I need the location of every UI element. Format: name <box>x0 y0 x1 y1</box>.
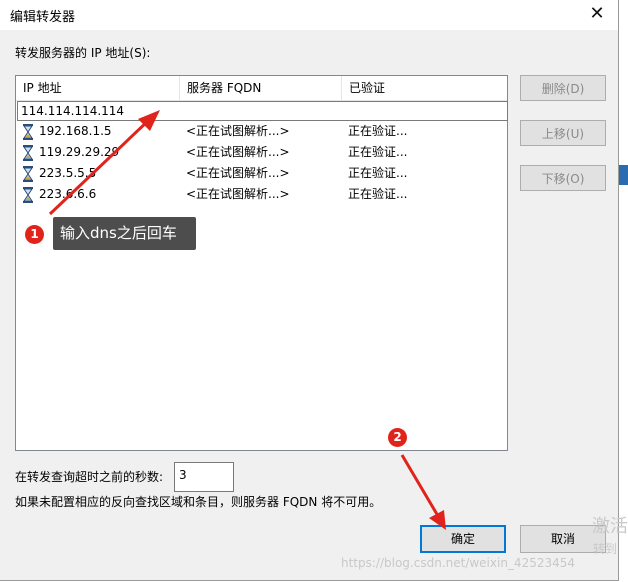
hourglass-icon <box>23 187 33 203</box>
forwarders-list[interactable]: IP 地址 服务器 FQDN 已验证 114.114.114.114 192.1… <box>15 75 508 451</box>
column-header-verified[interactable]: 已验证 <box>342 76 507 100</box>
row-fqdn: <正在试图解析...> <box>186 124 290 138</box>
row-verified: 正在验证... <box>348 187 408 201</box>
row-verified: 正在验证... <box>348 145 408 159</box>
activate-watermark: 激活 <box>592 516 628 537</box>
list-caption: 转发服务器的 IP 地址(S): <box>15 46 151 60</box>
timeout-label: 在转发查询超时之前的秒数: <box>15 470 164 484</box>
move-down-button[interactable]: 下移(O) <box>520 165 606 191</box>
row-ip: 223.5.5.5 <box>39 166 97 180</box>
close-icon[interactable]: ✕ <box>586 3 608 25</box>
row-fqdn: <正在试图解析...> <box>186 187 290 201</box>
list-row[interactable]: 223.5.5.5 <正在试图解析...> 正在验证... <box>16 163 507 184</box>
list-row[interactable]: 223.6.6.6 <正在试图解析...> 正在验证... <box>16 184 507 205</box>
row-fqdn: <正在试图解析...> <box>186 145 290 159</box>
list-row[interactable]: 119.29.29.29 <正在试图解析...> 正在验证... <box>16 142 507 163</box>
row-ip: 119.29.29.29 <box>39 145 120 159</box>
hourglass-icon <box>23 124 33 140</box>
row-fqdn: <正在试图解析...> <box>186 166 290 180</box>
list-header: IP 地址 服务器 FQDN 已验证 <box>16 76 507 101</box>
step-badge-1: 1 <box>25 225 44 244</box>
column-header-fqdn[interactable]: 服务器 FQDN <box>180 76 342 100</box>
title-bar: 编辑转发器 ✕ <box>0 0 618 30</box>
url-watermark: https://blog.csdn.net/weixin_42523454 <box>341 556 576 570</box>
hourglass-icon <box>23 145 33 161</box>
row-verified: 正在验证... <box>348 166 408 180</box>
activate-watermark-sub: 转到 <box>593 542 618 556</box>
ok-button[interactable]: 确定 <box>420 525 506 553</box>
delete-button[interactable]: 删除(D) <box>520 75 606 101</box>
dialog-title: 编辑转发器 <box>10 10 76 25</box>
step-badge-2: 2 <box>388 428 407 447</box>
list-row[interactable]: 192.168.1.5 <正在试图解析...> 正在验证... <box>16 121 507 142</box>
background-window-edge <box>619 0 628 582</box>
step-callout-1: 输入dns之后回车 <box>53 217 196 250</box>
fqdn-note: 如果未配置相应的反向查找区域和条目，则服务器 FQDN 将不可用。 <box>15 495 382 509</box>
ip-edit-field[interactable]: 114.114.114.114 <box>17 101 508 121</box>
timeout-input[interactable]: 3 <box>174 462 234 492</box>
background-accent <box>619 165 628 185</box>
row-verified: 正在验证... <box>348 124 408 138</box>
column-header-ip[interactable]: IP 地址 <box>16 76 180 100</box>
row-ip: 192.168.1.5 <box>39 124 112 138</box>
edit-forwarders-dialog: 编辑转发器 ✕ 转发服务器的 IP 地址(S): IP 地址 服务器 FQDN … <box>0 0 619 581</box>
move-up-button[interactable]: 上移(U) <box>520 120 606 146</box>
hourglass-icon <box>23 166 33 182</box>
row-ip: 223.6.6.6 <box>39 187 97 201</box>
